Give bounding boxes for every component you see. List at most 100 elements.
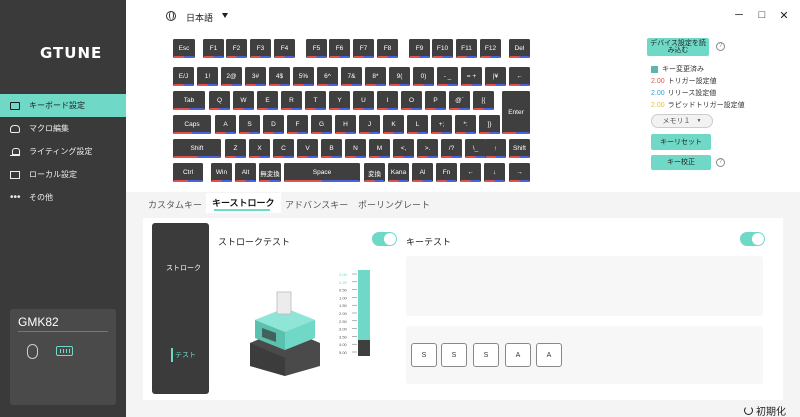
key-1-14[interactable]: ← <box>509 67 530 86</box>
help-icon[interactable]: ? <box>716 158 725 167</box>
key-2-3[interactable]: E <box>257 91 278 110</box>
key-3-12[interactable]: ]} <box>479 115 500 134</box>
key-4-3[interactable]: C <box>273 139 294 158</box>
key-3-6[interactable]: H <box>335 115 356 134</box>
key-4-0[interactable]: Shift <box>173 139 221 158</box>
key-0-10[interactable]: F10 <box>432 39 453 58</box>
key-3-9[interactable]: L <box>407 115 428 134</box>
key-5-11[interactable]: → <box>509 163 530 182</box>
key-2-8[interactable]: I <box>377 91 398 110</box>
key-2-12[interactable]: [{ <box>473 91 494 110</box>
key-0-5[interactable]: F5 <box>306 39 327 58</box>
key-reset-button[interactable]: キーリセット <box>651 134 711 150</box>
key-0-13[interactable]: Del <box>509 39 530 58</box>
key-5-5[interactable]: 変換 <box>364 163 385 182</box>
key-3-1[interactable]: A <box>215 115 236 134</box>
key-5-3[interactable]: 無変換 <box>259 163 281 182</box>
close-button[interactable]: ✕ <box>778 9 790 23</box>
key-2-5[interactable]: T <box>305 91 326 110</box>
tab-polling-rate[interactable]: ポーリングレート <box>358 198 430 211</box>
key-4-12[interactable]: ↑ <box>485 139 506 158</box>
tab-custom-key[interactable]: カスタムキー <box>148 198 202 211</box>
key-0-1[interactable]: F1 <box>203 39 224 58</box>
key-4-11[interactable]: \_ <box>465 139 486 158</box>
key-1-1[interactable]: 1! <box>197 67 218 86</box>
memory-select[interactable]: メモリ１ ▼ <box>651 114 713 128</box>
key-1-2[interactable]: 2@ <box>221 67 242 86</box>
key-2-6[interactable]: Y <box>329 91 350 110</box>
key-5-4[interactable]: Space <box>284 163 360 182</box>
maximize-button[interactable]: □ <box>756 9 768 23</box>
key-1-4[interactable]: 4$ <box>269 67 290 86</box>
key-4-8[interactable]: <, <box>393 139 414 158</box>
key-0-9[interactable]: F9 <box>409 39 430 58</box>
stroke-test-toggle[interactable] <box>372 232 397 246</box>
key-2-1[interactable]: Q <box>209 91 230 110</box>
key-3-0[interactable]: Caps <box>173 115 211 134</box>
key-4-13[interactable]: Shift <box>509 139 530 158</box>
key-0-6[interactable]: F6 <box>329 39 350 58</box>
key-3-10[interactable]: +; <box>431 115 452 134</box>
key-5-7[interactable]: Al <box>412 163 433 182</box>
key-calibrate-button[interactable]: キー校正 <box>651 155 711 170</box>
keyboard-device-icon[interactable] <box>56 346 73 356</box>
key-1-6[interactable]: 6^ <box>317 67 338 86</box>
key-0-3[interactable]: F3 <box>250 39 271 58</box>
key-2-11[interactable]: @` <box>449 91 470 110</box>
key-1-7[interactable]: 7& <box>341 67 362 86</box>
key-2-13[interactable]: Enter <box>502 91 530 134</box>
language-select[interactable]: 日本語 <box>186 11 213 24</box>
key-4-5[interactable]: B <box>321 139 342 158</box>
key-1-9[interactable]: 9( <box>389 67 410 86</box>
tab-advance-key[interactable]: アドバンスキー <box>285 198 348 211</box>
key-1-13[interactable]: |¥ <box>485 67 506 86</box>
chevron-down-icon[interactable] <box>222 13 228 18</box>
mouse-device-icon[interactable] <box>27 344 38 359</box>
key-1-0[interactable]: E/J <box>173 67 194 86</box>
key-1-11[interactable]: - _ <box>437 67 458 86</box>
key-4-6[interactable]: N <box>345 139 366 158</box>
key-4-9[interactable]: >. <box>417 139 438 158</box>
key-0-8[interactable]: F8 <box>377 39 398 58</box>
key-4-4[interactable]: V <box>297 139 318 158</box>
sidebar-item-keyboard-settings[interactable]: キーボード設定 <box>0 94 126 117</box>
help-icon[interactable]: ? <box>716 42 725 51</box>
key-1-12[interactable]: = + <box>461 67 482 86</box>
key-0-2[interactable]: F2 <box>226 39 247 58</box>
key-3-4[interactable]: F <box>287 115 308 134</box>
key-4-7[interactable]: M <box>369 139 390 158</box>
key-3-3[interactable]: D <box>263 115 284 134</box>
key-5-9[interactable]: ← <box>460 163 481 182</box>
key-0-11[interactable]: F11 <box>456 39 477 58</box>
key-3-11[interactable]: *: <box>455 115 476 134</box>
key-3-7[interactable]: J <box>359 115 380 134</box>
sidebar-item-other[interactable]: ••• その他 <box>0 186 126 209</box>
key-2-4[interactable]: R <box>281 91 302 110</box>
key-1-10[interactable]: 0) <box>413 67 434 86</box>
key-5-6[interactable]: Kana <box>388 163 409 182</box>
reset-button[interactable]: 初期化 <box>744 403 786 417</box>
key-1-8[interactable]: 8* <box>365 67 386 86</box>
key-4-2[interactable]: X <box>249 139 270 158</box>
key-1-3[interactable]: 3# <box>245 67 266 86</box>
stroke-menu-item[interactable]: ストローク <box>166 263 201 273</box>
test-menu-item[interactable]: テスト <box>175 350 196 360</box>
key-0-4[interactable]: F4 <box>274 39 295 58</box>
key-4-10[interactable]: /? <box>441 139 462 158</box>
key-4-1[interactable]: Z <box>225 139 246 158</box>
key-0-0[interactable]: Esc <box>173 39 195 58</box>
key-5-10[interactable]: ↓ <box>484 163 505 182</box>
key-2-7[interactable]: U <box>353 91 374 110</box>
key-3-8[interactable]: K <box>383 115 404 134</box>
key-5-8[interactable]: Fn <box>436 163 457 182</box>
key-5-2[interactable]: Alt <box>235 163 256 182</box>
key-2-9[interactable]: O <box>401 91 422 110</box>
key-2-2[interactable]: W <box>233 91 254 110</box>
minimize-button[interactable]: ─ <box>733 9 745 23</box>
key-5-0[interactable]: Ctrl <box>173 163 203 182</box>
key-3-5[interactable]: G <box>311 115 332 134</box>
sidebar-item-lighting[interactable]: ライティング設定 <box>0 140 126 163</box>
sidebar-item-macro[interactable]: マクロ編集 <box>0 117 126 140</box>
key-1-5[interactable]: 5% <box>293 67 314 86</box>
key-2-0[interactable]: Tab <box>173 91 205 110</box>
